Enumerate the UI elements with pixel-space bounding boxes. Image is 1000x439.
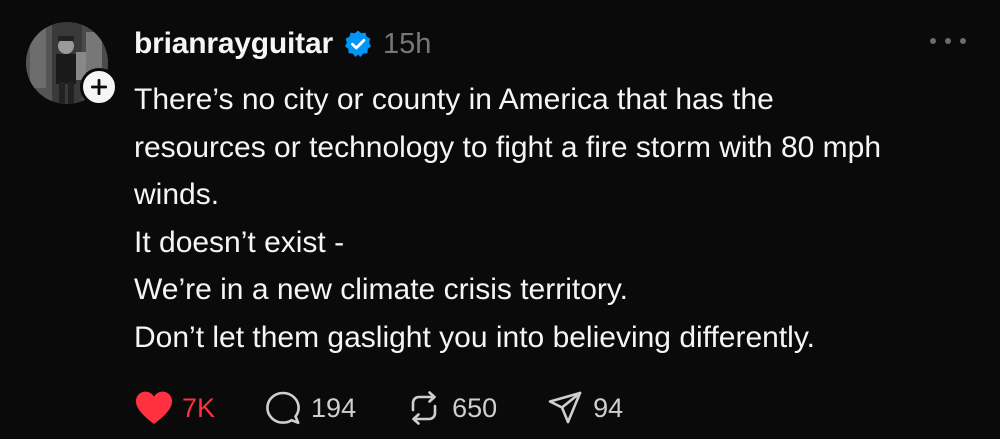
heart-icon (134, 388, 174, 428)
post-text: There’s no city or county in America tha… (134, 76, 974, 361)
post-header: brianrayguitar 15h (134, 20, 431, 68)
post-actions: 7K 194 650 94 (134, 386, 671, 430)
repost-count: 650 (452, 392, 498, 423)
author-avatar-wrap[interactable] (26, 22, 118, 106)
more-options-button[interactable] (930, 34, 966, 48)
post-text-line: Don’t let them gaslight you into believi… (134, 320, 815, 354)
plus-icon (91, 79, 107, 95)
repost-arrows-icon (404, 388, 444, 428)
share-count: 94 (593, 392, 624, 423)
post-text-line: resources or technology to fight a fire … (134, 130, 882, 164)
more-dots-icon (930, 38, 936, 44)
share-button[interactable]: 94 (545, 386, 623, 430)
post-text-line: There’s no city or county in America tha… (134, 83, 774, 116)
post-timestamp: 15h (382, 27, 432, 60)
verified-badge-icon (343, 29, 373, 59)
follow-button[interactable] (80, 68, 118, 106)
repost-button[interactable]: 650 (404, 386, 497, 430)
send-icon (545, 388, 585, 428)
post-text-line: It doesn’t exist - (134, 225, 345, 259)
reply-count: 194 (311, 392, 357, 423)
post-text-line: winds. (134, 178, 220, 211)
username[interactable]: brianrayguitar (134, 27, 333, 61)
more-dot (960, 38, 966, 44)
more-dot (945, 38, 951, 44)
reply-button[interactable]: 194 (263, 386, 356, 430)
like-button[interactable]: 7K (134, 386, 215, 430)
post-text-line: We’re in a new climate crisis territory. (134, 273, 629, 306)
comment-bubble-icon (263, 388, 303, 428)
like-count: 7K (182, 392, 216, 423)
